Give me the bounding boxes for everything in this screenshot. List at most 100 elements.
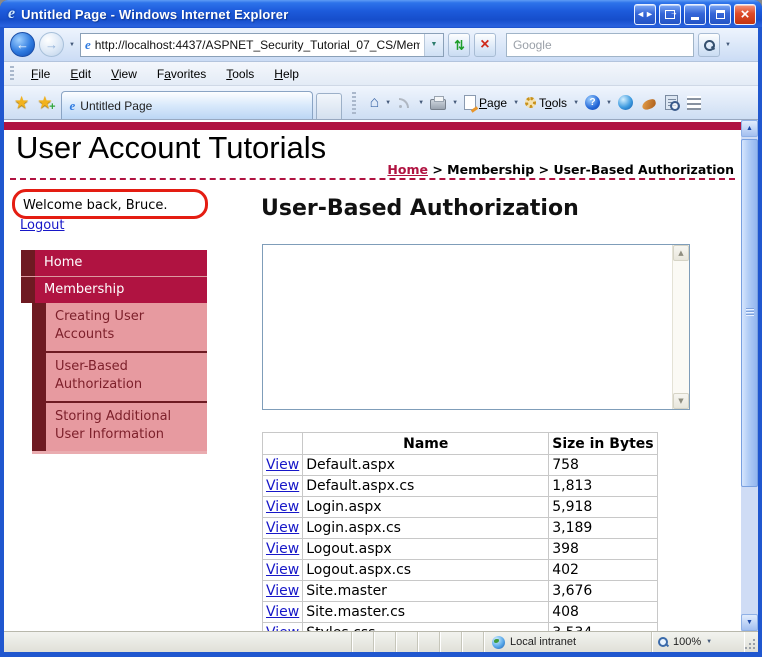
refresh-button[interactable]: ⇄ [448, 33, 470, 57]
search-input[interactable]: Google [506, 33, 694, 57]
toolbar-grip[interactable] [10, 66, 14, 82]
view-link[interactable]: View [266, 562, 299, 578]
research-button[interactable] [661, 92, 682, 113]
minimize-button[interactable] [684, 4, 706, 25]
new-tab-button[interactable] [316, 93, 342, 119]
file-size: 398 [549, 539, 657, 560]
menu-tools[interactable]: Tools [217, 64, 263, 84]
highlighter-button[interactable] [638, 93, 660, 112]
home-chevron-icon[interactable]: ▼ [384, 100, 392, 106]
label-fragment: ile [38, 67, 50, 81]
scrollbar-thumb[interactable] [741, 139, 758, 487]
window-title: Untitled Page - Windows Internet Explore… [21, 7, 634, 22]
tab-untitled-page[interactable]: e Untitled Page [61, 91, 313, 119]
tab-title: Untitled Page [80, 99, 152, 113]
nav-item-creating-user-accounts[interactable]: Creating User Accounts [32, 303, 207, 351]
label-fragment: P [479, 96, 487, 110]
view-link[interactable]: View [266, 604, 299, 620]
maximize-button[interactable] [709, 4, 731, 25]
feeds-chevron-icon[interactable]: ▼ [417, 100, 425, 106]
page-menu-label: Page [479, 96, 507, 110]
nav-item-user-based-authorization[interactable]: User-Based Authorization [32, 351, 207, 401]
messenger-button[interactable] [614, 92, 637, 113]
view-link[interactable]: View [266, 520, 299, 536]
tools-chevron-icon[interactable]: ▼ [572, 100, 580, 106]
up-arrow-icon: ▲ [678, 249, 683, 257]
view-link[interactable]: View [266, 541, 299, 557]
address-dropdown-button[interactable]: ▼ [424, 34, 443, 56]
help-chevron-icon[interactable]: ▼ [605, 100, 613, 106]
stop-button[interactable]: × [474, 33, 496, 57]
home-button[interactable]: ⌂ [366, 92, 384, 114]
file-contents-textarea[interactable]: ▲ ▼ [262, 244, 690, 410]
files-table: Name Size in Bytes View Default.aspx 758… [262, 432, 658, 631]
view-link[interactable]: View [266, 457, 299, 473]
breadcrumb-current: User-Based Authorization [553, 162, 734, 177]
down-arrow-icon: ▼ [746, 619, 753, 626]
up-arrow-icon: ▲ [746, 125, 753, 132]
tools-menu-button[interactable]: Tools [521, 93, 571, 113]
page-menu-button[interactable]: Page [460, 92, 511, 113]
page-chevron-icon[interactable]: ▼ [512, 100, 520, 106]
history-chevron-icon[interactable]: ▼ [68, 42, 76, 48]
search-button[interactable] [698, 33, 720, 57]
security-zone-label: Local intranet [510, 636, 576, 648]
back-button[interactable]: ← [10, 32, 35, 57]
close-icon: × [741, 6, 750, 23]
table-row: View Login.aspx 5,918 [263, 497, 658, 518]
scroll-up-button[interactable]: ▲ [673, 245, 689, 261]
nav-item-label: Home [35, 250, 207, 276]
label-fragment: age [487, 96, 507, 110]
feeds-button[interactable] [393, 93, 416, 113]
table-row: View Site.master 3,676 [263, 581, 658, 602]
label-fragment: a [164, 67, 171, 81]
help-button[interactable]: ? [581, 92, 604, 113]
print-chevron-icon[interactable]: ▼ [451, 100, 459, 106]
file-size: 3,189 [549, 518, 657, 539]
address-field[interactable]: e http://localhost:4437/ASPNET_Security_… [80, 33, 444, 57]
print-button[interactable] [426, 93, 450, 113]
zoom-pane[interactable]: 100% ▼ [652, 632, 744, 652]
status-bar: Local intranet 100% ▼ [4, 631, 758, 652]
nav-item-membership[interactable]: Membership [21, 277, 207, 303]
menu-help[interactable]: Help [265, 64, 308, 84]
menu-favorites[interactable]: Favorites [148, 64, 215, 84]
menu-view[interactable]: View [102, 64, 146, 84]
table-row: View Site.master.cs 408 [263, 602, 658, 623]
search-options-chevron-icon[interactable]: ▼ [724, 42, 732, 48]
resize-button[interactable]: ◄► [634, 4, 656, 25]
forward-button[interactable]: → [39, 32, 64, 57]
scrollbar-up-button[interactable]: ▲ [741, 120, 758, 137]
view-link[interactable]: View [266, 499, 299, 515]
page-scrollbar[interactable]: ▲ ▼ [741, 120, 758, 631]
favorites-center-button[interactable]: ★ [14, 93, 29, 113]
resize-grip[interactable] [744, 632, 758, 652]
add-favorite-button[interactable]: ★ [37, 93, 52, 113]
breadcrumb-home-link[interactable]: Home [387, 162, 428, 177]
file-size: 5,918 [549, 497, 657, 518]
textarea-scrollbar[interactable]: ▲ ▼ [672, 245, 689, 409]
logout-link[interactable]: Logout [20, 218, 65, 233]
snippet-button[interactable] [683, 93, 705, 113]
header-blank [263, 433, 303, 455]
view-link[interactable]: View [266, 583, 299, 599]
status-segment [418, 632, 440, 652]
menu-file[interactable]: File [22, 64, 59, 84]
notebook-search-icon [665, 95, 678, 110]
zoom-chevron-icon[interactable]: ▼ [705, 639, 713, 645]
label-fragment: iew [119, 67, 137, 81]
scroll-down-button[interactable]: ▼ [673, 393, 689, 409]
scrollbar-down-button[interactable]: ▼ [741, 614, 758, 631]
page-icon [464, 95, 476, 110]
popout-button[interactable] [659, 4, 681, 25]
status-segment [462, 632, 484, 652]
close-button[interactable]: × [734, 4, 756, 25]
dashed-divider [10, 178, 735, 180]
nav-item-home[interactable]: Home [21, 250, 207, 276]
nav-item-storing-additional-user-information[interactable]: Storing Additional User Information [32, 401, 207, 451]
title-bar[interactable]: e Untitled Page - Windows Internet Explo… [0, 0, 762, 28]
label-fragment: ools [232, 67, 254, 81]
file-name: Site.master.cs [303, 602, 549, 623]
menu-edit[interactable]: Edit [61, 64, 100, 84]
view-link[interactable]: View [266, 478, 299, 494]
